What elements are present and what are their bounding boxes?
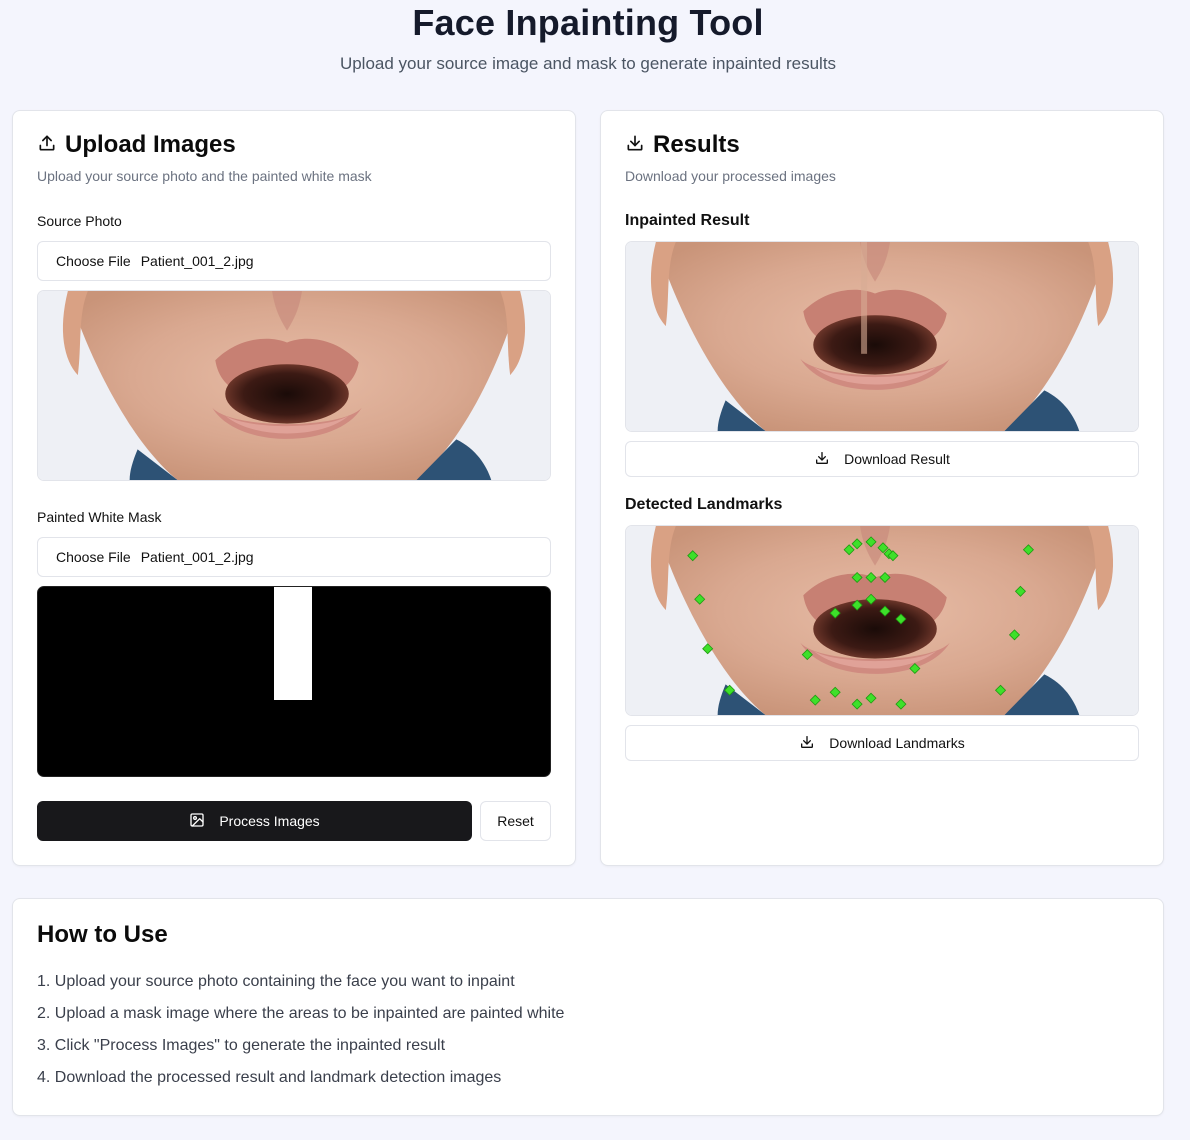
download-icon [799, 734, 815, 753]
upload-icon [37, 133, 57, 158]
inpainted-result-image [625, 241, 1139, 432]
results-card: Results Download your processed images I… [600, 110, 1164, 866]
inpainted-result-label: Inpainted Result [625, 212, 750, 229]
step-item: 1. Upload your source photo containing t… [37, 973, 515, 990]
how-to-use-steps: 1. Upload your source photo containing t… [37, 971, 564, 1099]
download-icon [814, 450, 830, 469]
upload-card-description: Upload your source photo and the painted… [37, 168, 372, 184]
step-item: 3. Click "Process Images" to generate th… [37, 1037, 446, 1054]
detected-landmarks-label: Detected Landmarks [625, 496, 783, 513]
download-landmarks-button[interactable]: Download Landmarks [625, 725, 1139, 761]
results-card-title: Results [653, 131, 740, 158]
mask-white-region [274, 587, 312, 700]
step-item: 4. Download the processed result and lan… [37, 1069, 502, 1086]
mask-filename: Patient_001_2.jpg [140, 549, 254, 565]
choose-file-button[interactable]: Choose File [56, 253, 131, 269]
page-subtitle: Upload your source image and mask to gen… [339, 54, 837, 73]
source-photo-preview [37, 290, 551, 481]
source-photo-label: Source Photo [37, 213, 122, 229]
download-result-button[interactable]: Download Result [625, 441, 1139, 477]
source-filename: Patient_001_2.jpg [140, 253, 254, 269]
upload-card-header: Upload Images [37, 131, 236, 159]
mask-preview [37, 586, 551, 777]
results-card-description: Download your processed images [625, 168, 836, 184]
download-landmarks-label: Download Landmarks [829, 735, 965, 751]
process-images-button[interactable]: Process Images [37, 801, 472, 841]
image-icon [189, 812, 205, 831]
source-file-input[interactable]: Choose File Patient_001_2.jpg [37, 241, 551, 281]
download-result-label: Download Result [844, 451, 950, 467]
results-card-header: Results [625, 131, 740, 159]
reset-label: Reset [497, 813, 534, 829]
mask-file-input[interactable]: Choose File Patient_001_2.jpg [37, 537, 551, 577]
how-to-use-card: How to Use 1. Upload your source photo c… [12, 898, 1164, 1116]
reset-button[interactable]: Reset [480, 801, 551, 841]
upload-card-title: Upload Images [65, 131, 236, 158]
how-to-use-title: How to Use [37, 921, 168, 948]
landmarks-image [625, 525, 1139, 716]
mask-label: Painted White Mask [37, 509, 162, 525]
process-images-label: Process Images [219, 813, 320, 829]
step-item: 2. Upload a mask image where the areas t… [37, 1005, 565, 1022]
page-title: Face Inpainting Tool [412, 2, 764, 43]
upload-card: Upload Images Upload your source photo a… [12, 110, 576, 866]
download-icon [625, 133, 645, 158]
choose-file-button[interactable]: Choose File [56, 549, 131, 565]
